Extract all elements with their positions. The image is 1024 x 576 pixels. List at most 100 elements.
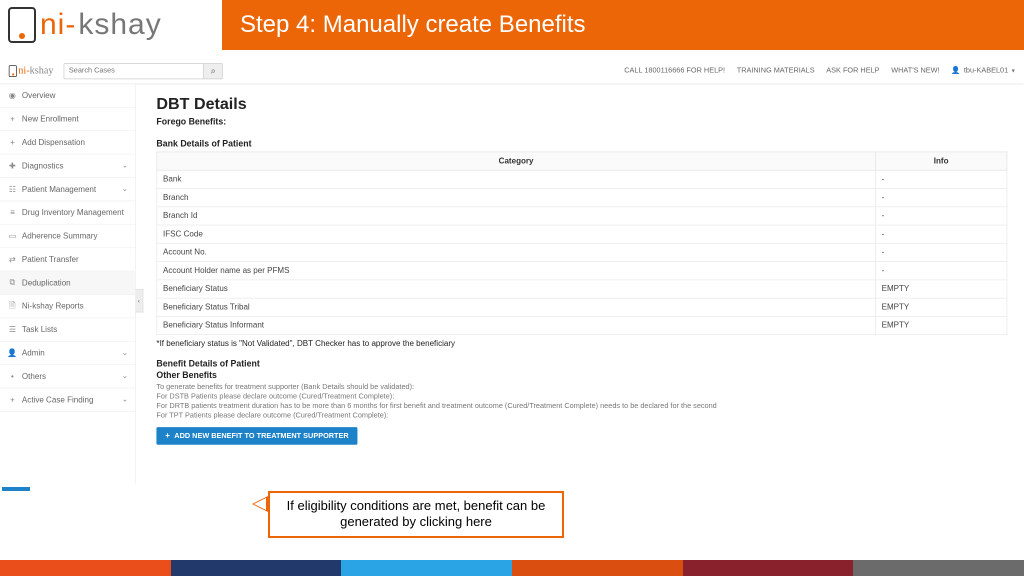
sidebar-item-admin[interactable]: 👤Admin⌄ (0, 342, 135, 365)
cell-category: Beneficiary Status Informant (157, 316, 876, 334)
nav-label: Active Case Finding (22, 395, 122, 404)
sidebar-item-patient-management[interactable]: ☷ Patient Management⌄ (0, 178, 135, 201)
training-link[interactable]: TRAINING MATERIALS (737, 67, 815, 75)
table-row: Branch Id- (157, 207, 1007, 225)
logo-text-1: ni- (18, 65, 29, 77)
cell-category: Account No. (157, 243, 876, 261)
cell-info: EMPTY (875, 280, 1007, 298)
sidebar-item-new-enrollment[interactable]: + New Enrollment (0, 108, 135, 131)
nav-icon: ⇄ (7, 255, 17, 265)
nav-label: Task Lists (22, 325, 128, 334)
bank-details-table: Category Info Bank-Branch-Branch Id-IFSC… (156, 152, 1007, 335)
plus-icon: + (165, 432, 170, 441)
cell-info: EMPTY (875, 298, 1007, 316)
nav-icon: ≡ (7, 208, 17, 217)
nav-icon: ◉ (7, 91, 17, 101)
phone-icon (9, 65, 17, 77)
main-content: DBT Details Forego Benefits: Bank Detail… (136, 84, 1023, 483)
sidebar-item-others[interactable]: •Others⌄ (0, 365, 135, 388)
sidebar-item-patient-transfer[interactable]: ⇄ Patient Transfer (0, 248, 135, 271)
instruction-line: For TPT Patients please declare outcome … (156, 412, 1007, 420)
search-box[interactable]: ⌕ (64, 63, 223, 79)
nav-label: Patient Management (22, 185, 122, 194)
help-call-link[interactable]: CALL 1800116666 FOR HELP! (624, 67, 725, 75)
slide-title: Step 4: Manually create Benefits (222, 0, 1024, 50)
benefit-details-header: Benefit Details of Patient (156, 358, 1007, 368)
bank-details-header: Bank Details of Patient (156, 138, 1007, 148)
footer-bar (853, 560, 1024, 576)
nav-label: New Enrollment (22, 115, 128, 124)
ask-help-link[interactable]: ASK FOR HELP (826, 67, 879, 75)
nav-label: Diagnostics (22, 161, 122, 170)
search-button[interactable]: ⌕ (203, 63, 222, 78)
user-menu[interactable]: tbu-KABEL01 ▾ (951, 67, 1014, 75)
nav-label: Deduplication (22, 278, 128, 287)
footer-bar (683, 560, 854, 576)
nav-label: Overview (22, 91, 128, 100)
cell-info: - (875, 243, 1007, 261)
nav-label: Adherence Summary (22, 232, 128, 241)
table-row: Beneficiary Status TribalEMPTY (157, 298, 1007, 316)
add-new-benefit-button[interactable]: + Add New Benefit to Treatment Supporter (156, 427, 357, 445)
sidebar-item-deduplication[interactable]: ⧉Deduplication (0, 271, 135, 294)
table-row: Account No.- (157, 243, 1007, 261)
table-row: Account Holder name as per PFMS- (157, 262, 1007, 280)
chevron-down-icon: ⌄ (122, 185, 128, 193)
search-icon: ⌕ (211, 65, 216, 76)
sidebar-item-task-lists[interactable]: ☰Task Lists (0, 318, 135, 341)
add-new-benefit-label: Add New Benefit to Treatment Supporter (174, 432, 348, 440)
table-row: Beneficiary StatusEMPTY (157, 280, 1007, 298)
sidebar-item-drug-inventory-management[interactable]: ≡ Drug Inventory Management (0, 201, 135, 224)
phone-icon (8, 7, 36, 43)
cell-category: Branch (157, 188, 876, 206)
chevron-down-icon: ⌄ (122, 396, 128, 404)
logo-text-1: ni- (40, 8, 76, 42)
cell-info: - (875, 188, 1007, 206)
cell-info: EMPTY (875, 316, 1007, 334)
footer-bar (512, 560, 683, 576)
chevron-down-icon: ▾ (1012, 68, 1015, 75)
nav-icon: + (7, 138, 17, 147)
cell-category: Account Holder name as per PFMS (157, 262, 876, 280)
footer-bar (341, 560, 512, 576)
app-logo[interactable]: ni- kshay (9, 65, 54, 77)
page-title: DBT Details (156, 95, 1007, 114)
table-row: Beneficiary Status InformantEMPTY (157, 316, 1007, 334)
sidebar-item-active-case-finding[interactable]: +Active Case Finding⌄ (0, 388, 135, 411)
sidebar-item-adherence-summary[interactable]: ▭ Adherence Summary (0, 225, 135, 248)
table-row: Bank- (157, 170, 1007, 188)
nav-icon: • (7, 372, 17, 381)
col-category: Category (157, 152, 876, 170)
nav-icon: 🗎 (7, 299, 17, 313)
logo-text-2: kshay (30, 65, 54, 77)
footer-bar (171, 560, 342, 576)
nav-label: Ni-kshay Reports (22, 302, 128, 311)
search-input[interactable] (64, 67, 203, 75)
nav-icon: ▭ (7, 231, 17, 241)
cell-info: - (875, 207, 1007, 225)
nav-icon: ✚ (7, 161, 17, 171)
chevron-down-icon: ⌄ (122, 349, 128, 357)
nav-icon: ☷ (7, 184, 17, 194)
cell-info: - (875, 170, 1007, 188)
cell-category: Branch Id (157, 207, 876, 225)
nav-label: Patient Transfer (22, 255, 128, 264)
nav-icon: + (7, 115, 17, 124)
table-row: Branch- (157, 188, 1007, 206)
instruction-line: To generate benefits for treatment suppo… (156, 383, 1007, 391)
col-info: Info (875, 152, 1007, 170)
sidebar-item-diagnostics[interactable]: ✚Diagnostics⌄ (0, 154, 135, 177)
whats-new-link[interactable]: WHAT'S NEW! (891, 67, 939, 75)
cell-info: - (875, 262, 1007, 280)
sidebar-collapse-toggle[interactable]: ‹ (135, 289, 143, 312)
nav-label: Drug Inventory Management (22, 208, 128, 217)
instruction-line: For DSTB Patients please declare outcome… (156, 393, 1007, 401)
sidebar-item-ni-kshay-reports[interactable]: 🗎 Ni-kshay Reports (0, 295, 135, 318)
other-benefits-header: Other Benefits (156, 370, 1007, 380)
nav-icon: 👤 (7, 348, 17, 358)
sidebar-item-overview[interactable]: ◉ Overview (0, 84, 135, 107)
validation-note: *If beneficiary status is "Not Validated… (156, 339, 1007, 348)
sidebar: ‹ ◉Overview+New Enrollment+Add Dispensat… (0, 84, 136, 483)
sidebar-item-add-dispensation[interactable]: +Add Dispensation (0, 131, 135, 154)
cell-category: Beneficiary Status Tribal (157, 298, 876, 316)
